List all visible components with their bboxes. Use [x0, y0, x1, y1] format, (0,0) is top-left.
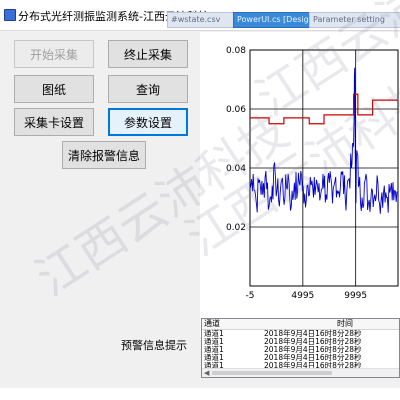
y-tick-label: 0.02: [226, 223, 246, 233]
alert-table[interactable]: 通道 时间 通道1 2018年9月4日16时8分28秒 通道1 2018年9月4…: [201, 318, 400, 378]
scroll-left-icon[interactable]: ◀: [204, 369, 209, 377]
background-tab-2[interactable]: PowerUI.cs [Design]: [233, 12, 311, 28]
title-bar: 分布式光纤测振监测系统-江西云沛科技 #wstate.csv PowerUI.c…: [0, 0, 400, 31]
signal-chart-panel: 0.02 0.04 0.06 0.08 -5 4995 9995: [200, 32, 400, 337]
status-bar: [0, 388, 400, 400]
main-window: 分布式光纤测振监测系统-江西云沛科技 #wstate.csv PowerUI.c…: [0, 0, 400, 388]
clear-alarm-button[interactable]: 清除报警信息: [62, 141, 146, 169]
parameter-settings-button[interactable]: 参数设置: [108, 108, 188, 136]
card-settings-button[interactable]: 采集卡设置: [14, 108, 94, 136]
query-button[interactable]: 查询: [108, 75, 188, 103]
column-header-channel[interactable]: 通道: [204, 319, 220, 329]
x-tick-label: 9995: [344, 291, 367, 301]
x-tick-label: 4995: [291, 291, 314, 301]
start-collection-button[interactable]: 开始采集: [14, 40, 94, 68]
horizontal-scrollbar[interactable]: ◀: [202, 368, 399, 377]
y-tick-label: 0.04: [226, 164, 246, 174]
y-tick-label: 0.08: [226, 46, 246, 56]
app-icon: [4, 9, 16, 21]
y-tick-label: 0.06: [226, 105, 246, 115]
background-tab-3[interactable]: Parameter setting: [309, 12, 400, 28]
scrollbar-thumb[interactable]: [212, 371, 332, 375]
x-tick-label: -5: [246, 291, 255, 301]
drawing-button[interactable]: 图纸: [14, 75, 94, 103]
alert-info-label: 预警信息提示: [121, 339, 187, 352]
signal-chart: 0.02 0.04 0.06 0.08 -5 4995 9995: [226, 46, 399, 301]
background-tab-1[interactable]: #wstate.csv: [167, 12, 235, 28]
column-header-time[interactable]: 时间: [337, 319, 353, 329]
stop-collection-button[interactable]: 终止采集: [108, 40, 188, 68]
